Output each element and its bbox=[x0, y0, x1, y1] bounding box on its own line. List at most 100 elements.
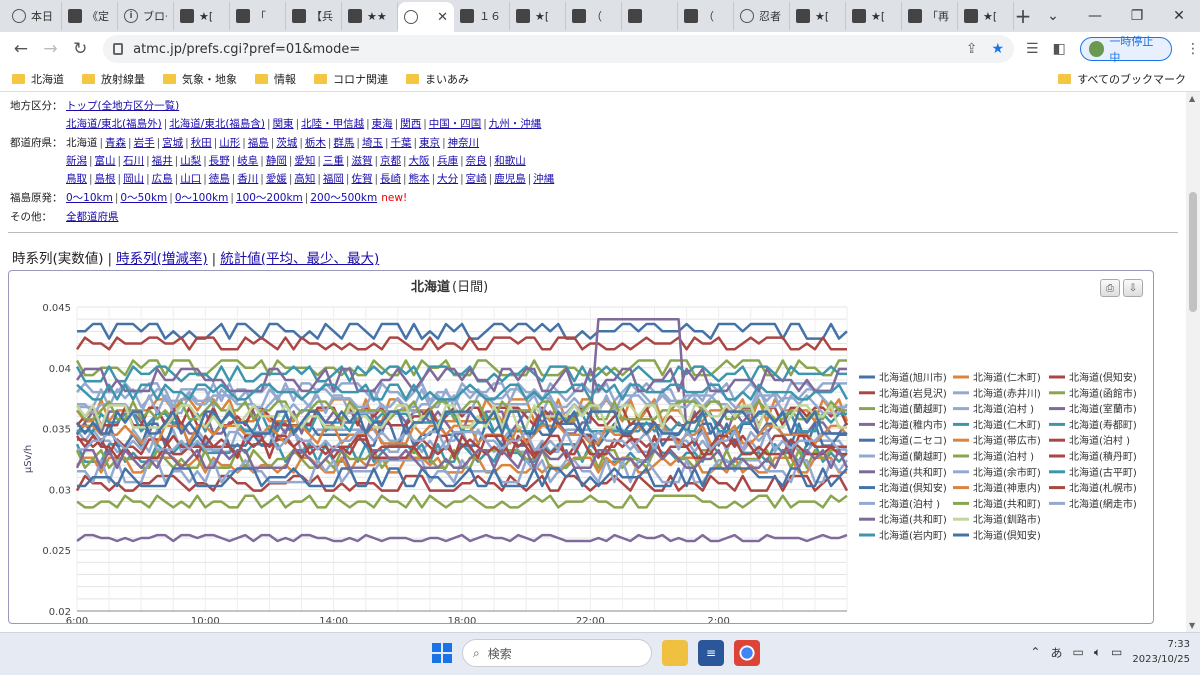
tab-5[interactable]: 【兵 bbox=[286, 2, 342, 30]
pref-link[interactable]: 和歌山 bbox=[494, 155, 526, 167]
back-icon[interactable]: ← bbox=[6, 39, 36, 59]
fukushima-link[interactable]: 0～10km bbox=[66, 192, 113, 204]
pref-link[interactable]: 山形 bbox=[219, 137, 240, 149]
region-link[interactable]: 中国・四国 bbox=[429, 118, 482, 130]
bookmark-folder[interactable]: まいあみ bbox=[406, 71, 469, 87]
pref-link[interactable]: 秋田 bbox=[191, 137, 212, 149]
pref-link[interactable]: 石川 bbox=[123, 155, 144, 167]
pref-link[interactable]: 徳島 bbox=[209, 173, 230, 185]
pref-link[interactable]: 滋賀 bbox=[351, 155, 372, 167]
tab-3[interactable]: ★[ bbox=[174, 2, 230, 30]
pref-link[interactable]: 山梨 bbox=[180, 155, 201, 167]
pref-link[interactable]: 佐賀 bbox=[351, 173, 372, 185]
tab-12[interactable]: （ bbox=[678, 2, 734, 30]
tab-15[interactable]: ★[ bbox=[846, 2, 902, 30]
all-bookmarks-button[interactable]: すべてのブックマーク bbox=[1058, 71, 1186, 87]
bookmark-folder[interactable]: 気象・地象 bbox=[163, 71, 237, 87]
pref-link[interactable]: 新潟 bbox=[66, 155, 87, 167]
tab-1[interactable]: 《定 bbox=[62, 2, 118, 30]
page-scrollbar[interactable]: ▲ ▼ bbox=[1186, 92, 1200, 632]
tab-11[interactable] bbox=[622, 2, 678, 30]
pref-link[interactable]: 長野 bbox=[209, 155, 230, 167]
pref-link[interactable]: 福岡 bbox=[323, 173, 344, 185]
pref-link[interactable]: 福井 bbox=[152, 155, 173, 167]
region-link[interactable]: 北陸・甲信越 bbox=[301, 118, 364, 130]
pref-link[interactable]: 香川 bbox=[237, 173, 258, 185]
pref-link[interactable]: 奈良 bbox=[466, 155, 487, 167]
tab-search-icon[interactable]: ⌄ bbox=[1032, 8, 1074, 24]
pref-link[interactable]: 千葉 bbox=[391, 137, 412, 149]
new-tab-button[interactable]: + bbox=[1014, 2, 1032, 30]
maximize-icon[interactable]: ❐ bbox=[1116, 8, 1158, 24]
pref-link[interactable]: 京都 bbox=[380, 155, 401, 167]
fukushima-link[interactable]: 0～50km bbox=[120, 192, 167, 204]
pref-link[interactable]: 静岡 bbox=[266, 155, 287, 167]
url-text[interactable]: atmc.jp/prefs.cgi?pref=01&mode= bbox=[133, 42, 360, 57]
bookmark-folder[interactable]: 放射線量 bbox=[82, 71, 145, 87]
address-bar[interactable]: atmc.jp/prefs.cgi?pref=01&mode= ⇪ ★ bbox=[103, 35, 1014, 63]
pref-link[interactable]: 島根 bbox=[95, 173, 116, 185]
lock-icon[interactable] bbox=[113, 43, 124, 55]
ime-indicator[interactable]: あ bbox=[1050, 644, 1062, 661]
profile-paused-button[interactable]: 一時停止中 bbox=[1079, 35, 1173, 64]
pref-link[interactable]: 大阪 bbox=[409, 155, 430, 167]
pref-link[interactable]: 神奈川 bbox=[448, 137, 480, 149]
tab-0[interactable]: 本日 bbox=[6, 2, 62, 30]
pref-link[interactable]: 岐阜 bbox=[237, 155, 258, 167]
menu-icon[interactable]: ⋮ bbox=[1186, 41, 1200, 57]
region-link[interactable]: 九州・沖縄 bbox=[489, 118, 542, 130]
close-tab-icon[interactable]: ✕ bbox=[437, 10, 448, 25]
pref-link[interactable]: 東京 bbox=[419, 137, 440, 149]
region-link[interactable]: 北海道/東北(福島含) bbox=[169, 118, 265, 130]
tab-9[interactable]: ★[ bbox=[510, 2, 566, 30]
share-icon[interactable]: ⇪ bbox=[966, 41, 978, 57]
pref-link[interactable]: 愛知 bbox=[294, 155, 315, 167]
fukushima-link[interactable]: 0～100km bbox=[175, 192, 229, 204]
tab-2[interactable]: i ブログ bbox=[118, 2, 174, 30]
pref-link[interactable]: 宮崎 bbox=[466, 173, 487, 185]
pref-link[interactable]: 栃木 bbox=[305, 137, 326, 149]
scroll-down-icon[interactable]: ▼ bbox=[1189, 621, 1195, 630]
bookmark-star-icon[interactable]: ★ bbox=[991, 41, 1004, 57]
close-window-icon[interactable]: ✕ bbox=[1158, 8, 1200, 24]
pref-link[interactable]: 青森 bbox=[105, 137, 126, 149]
pref-link[interactable]: 熊本 bbox=[409, 173, 430, 185]
volume-icon[interactable]: 🔈︎ bbox=[1094, 645, 1101, 660]
all-prefs-link[interactable]: 全都道府県 bbox=[66, 211, 119, 223]
region-link[interactable]: 東海 bbox=[372, 118, 393, 130]
pref-link[interactable]: 富山 bbox=[95, 155, 116, 167]
pref-link[interactable]: 兵庫 bbox=[437, 155, 458, 167]
scroll-up-icon[interactable]: ▲ bbox=[1189, 94, 1195, 103]
pref-link[interactable]: 三重 bbox=[323, 155, 344, 167]
tab-4[interactable]: 「 bbox=[230, 2, 286, 30]
region-top-link[interactable]: トップ(全地方区分一覧) bbox=[66, 100, 179, 112]
pref-link[interactable]: 山口 bbox=[180, 173, 201, 185]
pref-link[interactable]: 鳥取 bbox=[66, 173, 87, 185]
battery-icon[interactable]: ▭ bbox=[1111, 645, 1122, 659]
bookmark-folder[interactable]: コロナ関連 bbox=[314, 71, 388, 87]
fukushima-link[interactable]: 200～500km bbox=[310, 192, 377, 204]
pref-link[interactable]: 高知 bbox=[294, 173, 315, 185]
pref-link[interactable]: 広島 bbox=[152, 173, 173, 185]
chevron-up-icon[interactable]: ⌃ bbox=[1030, 645, 1040, 659]
pref-link[interactable]: 埼玉 bbox=[362, 137, 383, 149]
clock[interactable]: 7:33 2023/10/25 bbox=[1132, 637, 1190, 667]
network-icon[interactable]: ▭ bbox=[1072, 645, 1083, 659]
tab-8[interactable]: １６ bbox=[454, 2, 510, 30]
fukushima-link[interactable]: 100～200km bbox=[236, 192, 303, 204]
chrome-icon[interactable] bbox=[734, 640, 760, 666]
region-link[interactable]: 北海道/東北(福島外) bbox=[66, 118, 162, 130]
view-tab-stats[interactable]: 統計値(平均、最少、最大) bbox=[220, 251, 379, 267]
side-panel-icon[interactable]: ◧ bbox=[1053, 41, 1066, 57]
reading-list-icon[interactable]: ☰ bbox=[1026, 41, 1039, 57]
file-explorer-icon[interactable] bbox=[662, 640, 688, 666]
pref-link[interactable]: 長崎 bbox=[380, 173, 401, 185]
bookmark-folder[interactable]: 北海道 bbox=[12, 71, 64, 87]
reload-icon[interactable]: ↻ bbox=[65, 39, 95, 59]
pref-link[interactable]: 福島 bbox=[248, 137, 269, 149]
pref-link[interactable]: 岩手 bbox=[134, 137, 155, 149]
view-tab-rate[interactable]: 時系列(増減率) bbox=[116, 251, 208, 267]
tab-7[interactable]: ✕ bbox=[398, 2, 454, 32]
pref-link[interactable]: 愛媛 bbox=[266, 173, 287, 185]
pref-link[interactable]: 沖縄 bbox=[533, 173, 554, 185]
